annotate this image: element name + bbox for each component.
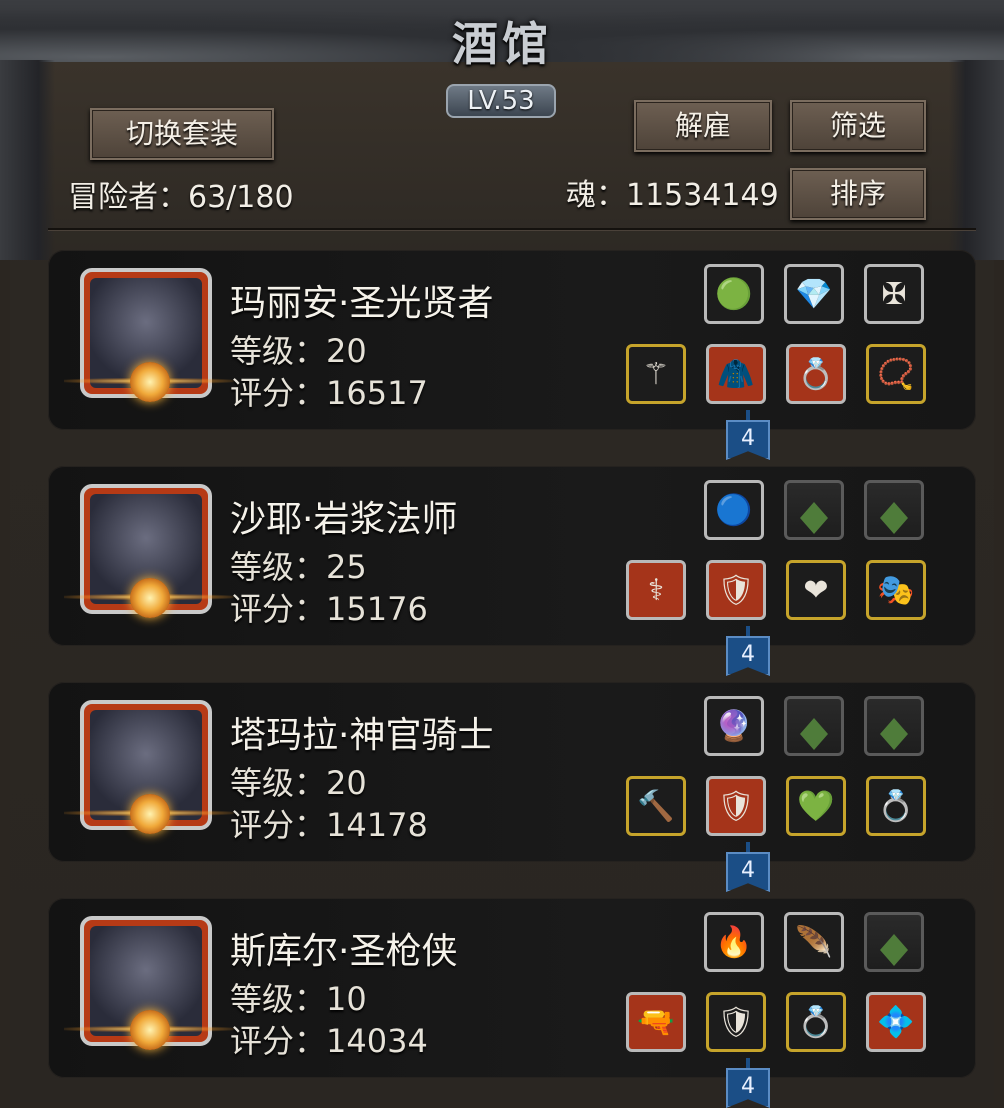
chain-count-tag: 4 <box>726 1068 770 1108</box>
hero-score: 评分：15176 <box>230 590 428 628</box>
equipment-slot[interactable]: 🧥 <box>706 344 766 404</box>
iron-armor-icon: 🛡 <box>716 1004 756 1040</box>
dark-crystal-icon: 🔮 <box>715 708 753 744</box>
switch-outfit-button[interactable]: 切换套装 <box>90 108 274 160</box>
rune-slot[interactable] <box>784 480 844 540</box>
equipment-slot[interactable]: 💚 <box>786 776 846 836</box>
equipment-slot[interactable]: 🛡 <box>706 992 766 1052</box>
sort-button[interactable]: 排序 <box>790 168 926 220</box>
blue-bracelet-icon: 💠 <box>877 1004 915 1040</box>
rune-slot[interactable] <box>864 480 924 540</box>
equipment-slot[interactable]: ❤ <box>786 560 846 620</box>
staff-icon: ⚚ <box>642 356 670 392</box>
empty-slot-icon <box>880 934 908 966</box>
mask-icon: 🎭 <box>877 572 915 608</box>
jade-ring-icon: 💍 <box>797 1004 835 1040</box>
equipment-slot[interactable]: ⚚ <box>626 344 686 404</box>
robe-icon: 🧥 <box>717 356 755 392</box>
equipment-slot[interactable]: ⚕ <box>626 560 686 620</box>
level-badge: LV.53 <box>446 84 556 118</box>
empty-slot-icon <box>880 718 908 750</box>
rune-slot[interactable] <box>864 696 924 756</box>
gold-ring-icon: 💍 <box>877 788 915 824</box>
rune-slot[interactable] <box>784 696 844 756</box>
equipment-slot[interactable]: 🎭 <box>866 560 926 620</box>
empty-slot-icon <box>800 502 828 534</box>
green-armor-icon: 🛡 <box>716 572 756 608</box>
right-frame-ornament <box>949 60 1004 260</box>
rune-slot[interactable]: 💎 <box>784 264 844 324</box>
hero-level: 等级：25 <box>230 548 367 586</box>
fire-orb-icon: 🔥 <box>715 924 753 960</box>
equipment-slot[interactable]: 💠 <box>866 992 926 1052</box>
green-gem-icon: 🟢 <box>715 276 753 312</box>
empty-slot-icon <box>800 718 828 750</box>
hero-card[interactable]: 玛丽安·圣光贤者 等级：20 评分：16517 🟢 💎 ✠ ⚚ 🧥 💍 📿 <box>48 250 976 430</box>
hero-name: 沙耶·岩浆法师 <box>230 499 458 540</box>
equipment-slot[interactable]: 🛡 <box>706 560 766 620</box>
equipment-slot[interactable]: 🔫 <box>626 992 686 1052</box>
rune-slot[interactable]: 🟢 <box>704 264 764 324</box>
rune-slot[interactable]: 🔵 <box>704 480 764 540</box>
hero-level: 等级：10 <box>230 980 367 1018</box>
rune-slot[interactable]: 🔥 <box>704 912 764 972</box>
equipment-slot[interactable]: 🛡 <box>706 776 766 836</box>
wand-icon: ⚕ <box>647 572 665 608</box>
silver-sigil-icon: ✠ <box>881 276 907 312</box>
hero-level: 等级：20 <box>230 764 367 802</box>
adventurer-count: 冒险者：63/180 <box>68 180 294 215</box>
hero-card[interactable]: 塔玛拉·神官骑士 等级：20 评分：14178 🔮 🔨 🛡 💚 💍 <box>48 682 976 862</box>
star-emblem-icon <box>130 578 170 618</box>
mace-icon: 🔨 <box>637 788 675 824</box>
pistol-icon: 🔫 <box>637 1004 675 1040</box>
hero-card[interactable]: 斯库尔·圣枪侠 等级：10 评分：14034 🔥 🪶 🔫 🛡 💍 💠 <box>48 898 976 1078</box>
amulet-icon: 📿 <box>877 356 915 392</box>
blue-orb-icon: 🔵 <box>715 492 753 528</box>
hero-score: 评分：16517 <box>230 374 428 412</box>
equipment-slot[interactable]: 💍 <box>786 992 846 1052</box>
rune-slot[interactable] <box>864 912 924 972</box>
purple-crystal-icon: 💎 <box>795 276 833 312</box>
filter-button[interactable]: 筛选 <box>790 100 926 152</box>
ruby-ring-icon: 💍 <box>797 356 835 392</box>
rune-slot[interactable]: ✠ <box>864 264 924 324</box>
equipment-slot[interactable]: 📿 <box>866 344 926 404</box>
hero-name: 塔玛拉·神官骑士 <box>230 715 494 756</box>
dismiss-button[interactable]: 解雇 <box>634 100 772 152</box>
star-emblem-icon <box>130 1010 170 1050</box>
empty-slot-icon <box>880 502 908 534</box>
emerald-ring-icon: 💚 <box>797 788 835 824</box>
feather-icon: 🪶 <box>795 924 833 960</box>
hero-name: 斯库尔·圣枪侠 <box>230 931 458 972</box>
star-emblem-icon <box>130 794 170 834</box>
header-divider <box>48 228 976 230</box>
soul-count: 魂：11534149 <box>566 178 779 213</box>
hero-card[interactable]: 沙耶·岩浆法师 等级：25 评分：15176 🔵 ⚕ 🛡 ❤ 🎭 <box>48 466 976 646</box>
star-emblem-icon <box>130 362 170 402</box>
equipment-slot[interactable]: 💍 <box>786 344 846 404</box>
heart-necklace-icon: ❤ <box>803 572 829 608</box>
equipment-slot[interactable]: 💍 <box>866 776 926 836</box>
hero-name: 玛丽安·圣光贤者 <box>230 283 494 324</box>
left-frame-ornament <box>0 60 55 260</box>
hero-level: 等级：20 <box>230 332 367 370</box>
rune-slot[interactable]: 🔮 <box>704 696 764 756</box>
plate-armor-icon: 🛡 <box>716 788 756 824</box>
hero-score: 评分：14178 <box>230 806 428 844</box>
hero-score: 评分：14034 <box>230 1022 428 1060</box>
equipment-slot[interactable]: 🔨 <box>626 776 686 836</box>
page-title: 酒馆 <box>452 17 552 71</box>
rune-slot[interactable]: 🪶 <box>784 912 844 972</box>
